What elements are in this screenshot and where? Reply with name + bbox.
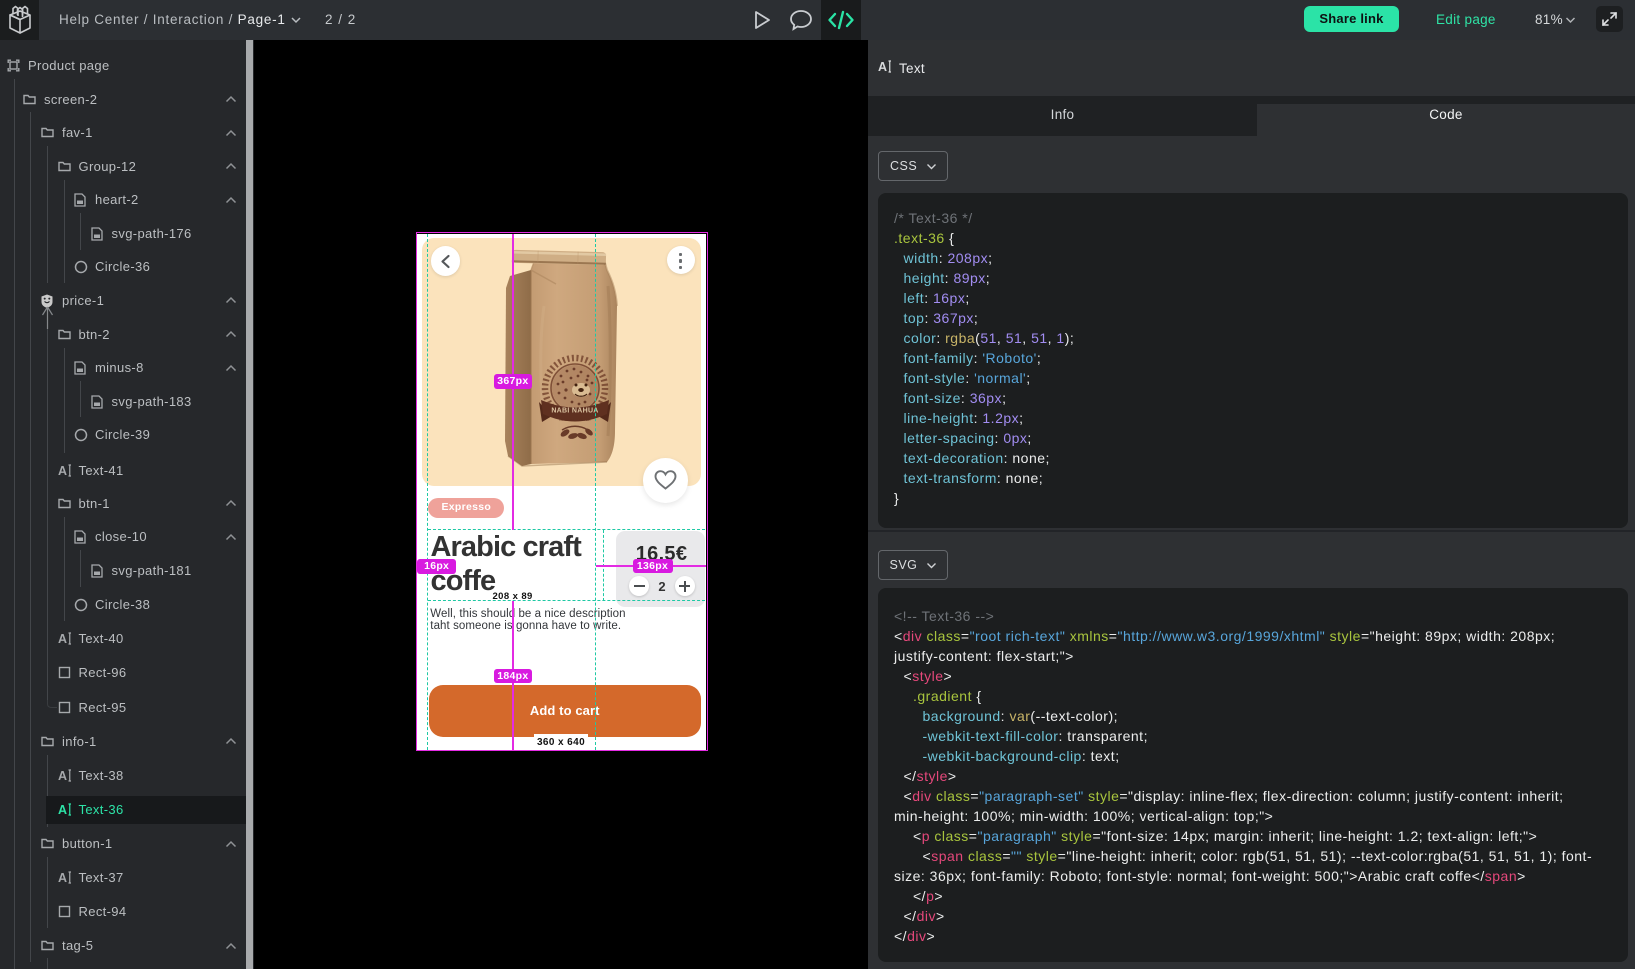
svg-text:A: A — [58, 803, 67, 816]
svg-text:A: A — [58, 632, 67, 645]
svg-text:A: A — [58, 464, 67, 477]
svg-text:A: A — [58, 769, 67, 782]
svg-text:A: A — [58, 871, 67, 884]
svg-text:A: A — [878, 60, 887, 73]
